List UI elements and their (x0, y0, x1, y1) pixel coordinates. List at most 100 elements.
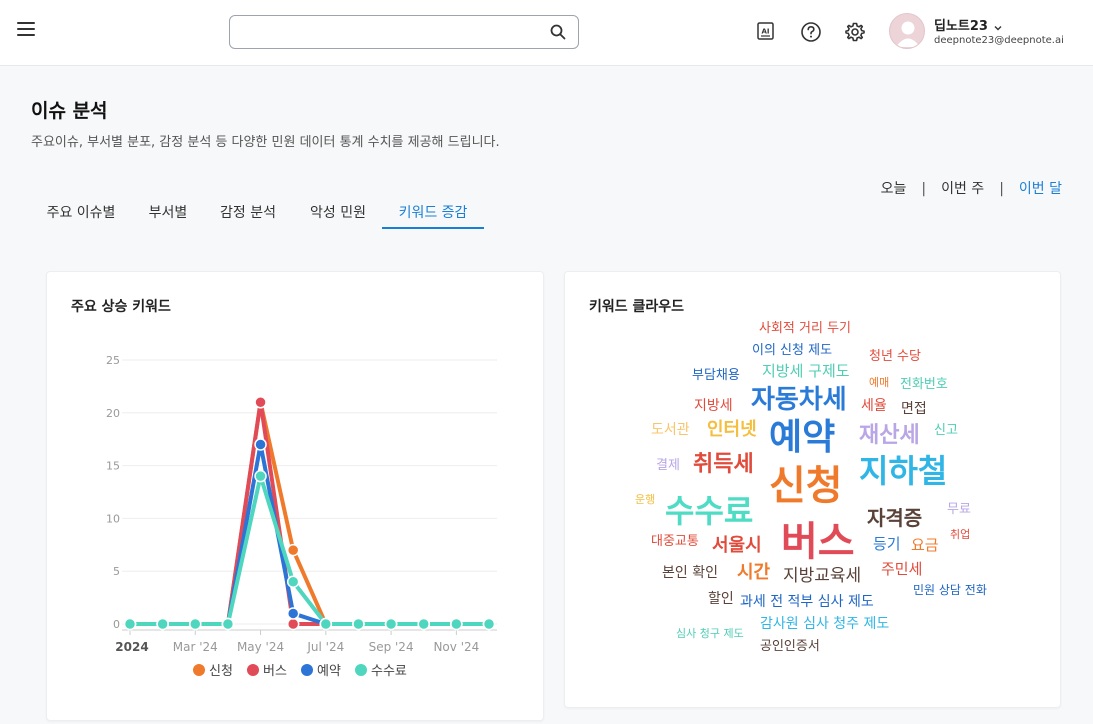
cloud-word[interactable]: 이의 신청 제도 (752, 344, 832, 357)
search-input[interactable] (240, 22, 540, 42)
user-profile[interactable]: 딥노트23 deepnote23@deepnote.ai (889, 13, 1079, 53)
cloud-word[interactable]: 지방세 구제도 (762, 364, 850, 379)
avatar[interactable] (889, 13, 925, 49)
period-this-month[interactable]: 이번 달 (1019, 181, 1062, 197)
search-icon[interactable] (550, 24, 566, 44)
tab-sentiment[interactable]: 감정 분석 (205, 196, 291, 229)
cloud-word[interactable]: 예약 (769, 420, 835, 456)
page-description: 주요이슈, 부서별 분포, 감정 분석 등 다양한 민원 데이터 통계 수치를 … (31, 135, 500, 150)
cloud-word[interactable]: 인터넷 (707, 421, 757, 439)
legend-label: 버스 (263, 664, 287, 679)
x-tick-label: 2024 (115, 640, 148, 654)
tab-department[interactable]: 부서별 (134, 196, 202, 229)
period-separator: | (999, 181, 1004, 197)
data-point-3-3 (221, 617, 235, 631)
cloud-word[interactable]: 서울시 (712, 537, 762, 555)
cloud-word[interactable]: 수수료 (665, 495, 753, 527)
cloud-word[interactable]: 지방세 (694, 399, 733, 413)
cloud-word[interactable]: 할인 (708, 592, 734, 606)
data-point-3-7 (352, 617, 365, 631)
cloud-word[interactable]: 요금 (911, 538, 939, 553)
page-title: 이슈 분석 (31, 100, 108, 122)
y-tick-label: 5 (113, 565, 120, 578)
gear-icon[interactable] (844, 21, 866, 43)
cloud-word[interactable]: 도서관 (651, 423, 690, 437)
period-selector: 오늘 | 이번 주 | 이번 달 (881, 178, 1062, 198)
cloud-word[interactable]: 본인 확인 (662, 566, 718, 580)
top-bar: AI 딥노트23 deepnote23@deepnote.ai (0, 0, 1093, 66)
tab-keyword-trend[interactable]: 키워드 증감 (382, 196, 484, 229)
cloud-word[interactable]: 예매 (869, 377, 889, 388)
tab-major-issues[interactable]: 주요 이슈별 (30, 196, 132, 229)
legend-item[interactable]: 예약 (301, 664, 341, 679)
data-point-3-11 (482, 617, 496, 631)
ai-icon[interactable]: AI (756, 21, 778, 43)
cloud-word[interactable]: 결제 (656, 459, 680, 472)
cloud-word[interactable]: 등기 (873, 537, 901, 552)
cloud-word[interactable]: 심사 청구 제도 (676, 628, 744, 639)
help-icon[interactable] (800, 21, 822, 43)
legend-marker (247, 664, 259, 676)
cloud-word[interactable]: 자동차세 (751, 387, 847, 413)
x-tick-label: Jul '24 (306, 640, 344, 654)
cloud-word[interactable]: 취업 (950, 529, 970, 540)
legend-marker (355, 664, 367, 676)
data-point-3-8 (384, 617, 398, 631)
search-box[interactable] (229, 15, 579, 49)
legend-item[interactable]: 신청 (193, 664, 233, 679)
cloud-word[interactable]: 면접 (901, 402, 927, 416)
cloud-word[interactable]: 과세 전 적부 심사 제도 (740, 595, 874, 609)
cloud-word[interactable]: 청년 수당 (869, 350, 921, 363)
series-line-0 (128, 400, 491, 626)
tab-malicious[interactable]: 악성 민원 (295, 196, 381, 229)
svg-text:AI: AI (761, 28, 769, 36)
legend-marker (193, 664, 205, 676)
x-tick-label: Sep '24 (369, 640, 414, 654)
cloud-word[interactable]: 재산세 (859, 425, 920, 447)
y-tick-label: 0 (113, 618, 120, 631)
data-point-3-1 (156, 617, 169, 631)
cloud-word[interactable]: 주민세 (881, 562, 922, 577)
data-point-3-5 (286, 575, 300, 589)
data-point-0-5 (286, 543, 300, 557)
user-name: 딥노트23 (934, 19, 988, 34)
x-tick-label: Mar '24 (173, 640, 218, 654)
series-line-2 (128, 442, 491, 626)
cloud-word[interactable]: 시간 (737, 564, 770, 582)
menu-icon[interactable] (17, 22, 35, 40)
data-point-2-5 (286, 607, 300, 620)
period-this-week[interactable]: 이번 주 (941, 181, 984, 197)
cloud-word[interactable]: 자격증 (867, 508, 922, 528)
cloud-word[interactable]: 세율 (861, 399, 887, 413)
legend-label: 예약 (317, 664, 341, 679)
cloud-word[interactable]: 무료 (947, 503, 971, 516)
data-point-3-0 (123, 617, 137, 631)
legend-label: 신청 (209, 664, 233, 679)
word-cloud: 사회적 거리 두기이의 신청 제도 청년 수당부담채용 지방세 구제도예매 전화번호지… (565, 272, 1060, 707)
x-tick-label: Nov '24 (433, 640, 479, 654)
cloud-word[interactable]: 민원 상담 전화 (913, 584, 987, 596)
line-chart: 0 5 10 15 20 25 2024 Mar '24 May '24 Jul '24 Sep '… (106, 354, 497, 679)
rising-keywords-card: 주요 상승 키워드 0 5 10 15 20 25 2024 Mar '24 May '24 Ju… (46, 271, 544, 721)
legend-item[interactable]: 버스 (247, 664, 287, 679)
cloud-word[interactable]: 감사원 심사 청주 제도 (760, 617, 889, 631)
cloud-word[interactable]: 버스 (781, 522, 855, 562)
cloud-word[interactable]: 대중교통 (651, 535, 699, 548)
cloud-word[interactable]: 취득세 (693, 454, 754, 476)
y-tick-label: 25 (106, 354, 120, 367)
period-separator: | (921, 181, 927, 197)
cloud-word[interactable]: 신청 (769, 466, 843, 506)
cloud-word[interactable]: 사회적 거리 두기 (759, 322, 851, 335)
y-tick-label: 20 (106, 407, 120, 420)
cloud-word[interactable]: 운행 (635, 494, 655, 505)
period-today[interactable]: 오늘 (881, 181, 907, 197)
cloud-word[interactable]: 신고 (934, 424, 958, 437)
legend-item[interactable]: 수수료 (355, 664, 407, 679)
data-point-3-2 (189, 617, 202, 631)
cloud-word[interactable]: 공인인증서 (760, 640, 820, 653)
cloud-word[interactable]: 지하철 (859, 455, 947, 487)
cloud-word[interactable]: 지방교육세 (783, 568, 861, 585)
cloud-word[interactable]: 부담채용 (692, 369, 740, 382)
data-point-1-4 (254, 395, 267, 409)
cloud-word[interactable]: 전화번호 (900, 378, 948, 391)
